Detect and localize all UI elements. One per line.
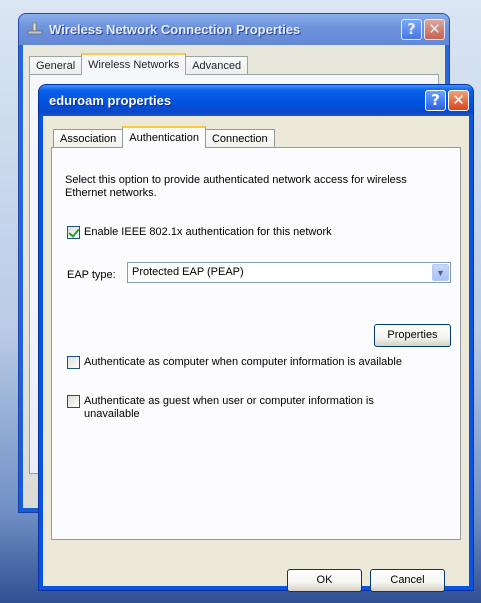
tab-association[interactable]: Association — [53, 129, 124, 148]
tab-connection[interactable]: Connection — [204, 129, 275, 148]
window-title: Wireless Network Connection Properties — [49, 22, 301, 37]
enable-8021x-checkbox-row[interactable]: Enable IEEE 802.1x authentication for th… — [67, 226, 332, 239]
auth-computer-checkbox[interactable] — [67, 356, 80, 369]
network-adapter-icon — [27, 22, 43, 35]
tab-strip: Association Authentication Connection — [53, 126, 275, 148]
properties-button[interactable]: Properties — [374, 324, 451, 347]
eap-type-select[interactable]: Protected EAP (PEAP) ▼ — [127, 262, 451, 283]
auth-guest-label: Authenticate as guest when user or compu… — [84, 395, 374, 420]
enable-8021x-checkbox[interactable] — [67, 226, 80, 239]
auth-guest-checkbox[interactable] — [67, 395, 80, 408]
chevron-down-icon[interactable]: ▼ — [432, 264, 449, 281]
question-mark-icon: ? — [407, 20, 416, 38]
auth-guest-checkbox-row[interactable]: Authenticate as guest when user or compu… — [67, 395, 427, 421]
authentication-tab-page: Select this option to provide authentica… — [51, 147, 461, 540]
tab-general[interactable]: General — [29, 56, 83, 75]
eap-type-value: Protected EAP (PEAP) — [132, 266, 244, 278]
tab-advanced[interactable]: Advanced — [185, 56, 249, 75]
ok-button[interactable]: OK — [287, 569, 362, 592]
title-bar[interactable]: Wireless Network Connection Properties ?… — [19, 14, 449, 45]
title-bar[interactable]: eduroam properties ? ✕ — [39, 85, 473, 116]
help-button[interactable]: ? — [425, 90, 446, 111]
auth-computer-label: Authenticate as computer when computer i… — [84, 356, 402, 368]
close-button[interactable]: ✕ — [424, 19, 445, 40]
tab-wireless-networks[interactable]: Wireless Networks — [81, 53, 187, 75]
cancel-button[interactable]: Cancel — [370, 569, 445, 592]
tab-authentication[interactable]: Authentication — [122, 126, 206, 148]
eap-type-label: EAP type: — [67, 269, 116, 281]
dialog-client-area: Association Authentication Connection Se… — [43, 116, 469, 592]
description-text: Select this option to provide authentica… — [65, 174, 407, 199]
enable-8021x-label: Enable IEEE 802.1x authentication for th… — [84, 226, 332, 238]
close-button[interactable]: ✕ — [448, 90, 469, 111]
tab-strip: General Wireless Networks Advanced — [29, 53, 249, 75]
dialog-title: eduroam properties — [49, 93, 172, 108]
help-button[interactable]: ? — [401, 19, 422, 40]
close-x-icon: ✕ — [452, 91, 465, 109]
eduroam-properties-dialog: eduroam properties ? ✕ Association Authe… — [38, 84, 474, 592]
auth-computer-checkbox-row[interactable]: Authenticate as computer when computer i… — [67, 356, 402, 369]
question-mark-icon: ? — [431, 91, 440, 109]
close-x-icon: ✕ — [428, 20, 441, 38]
